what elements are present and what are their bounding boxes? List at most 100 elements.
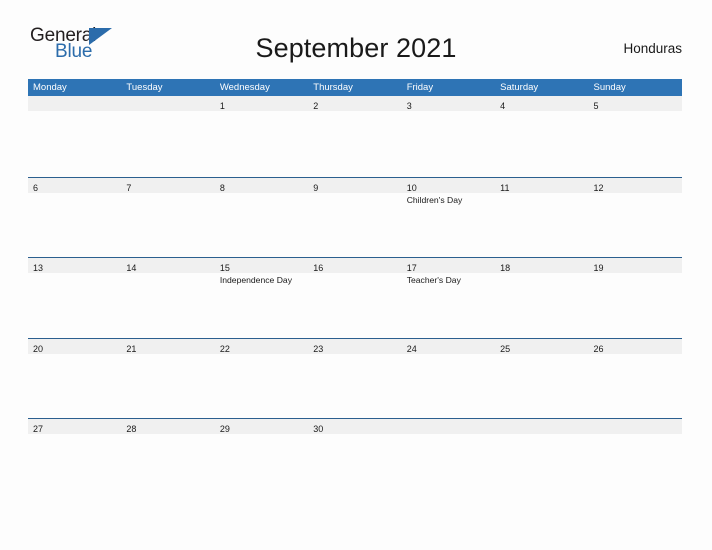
day-number: 8 <box>219 182 225 193</box>
day-events[interactable] <box>589 354 682 418</box>
day-cell[interactable]: 22 <box>215 339 308 354</box>
day-number: 27 <box>33 424 44 434</box>
day-cell[interactable]: 11 <box>495 178 588 193</box>
day-cell[interactable]: 16 <box>308 258 401 273</box>
day-events[interactable] <box>121 354 214 418</box>
day-cell[interactable]: 15 <box>215 258 308 273</box>
day-cell[interactable]: 20 <box>28 339 121 354</box>
day-cell[interactable]: 13 <box>28 258 121 273</box>
day-events[interactable] <box>402 111 495 175</box>
day-cell[interactable]: 4 <box>495 96 588 111</box>
week-row: 6 7 8 9 10 11 12 Children's Day <box>28 176 682 258</box>
day-number: 22 <box>219 343 230 354</box>
day-cell[interactable] <box>402 419 495 434</box>
week-events-band: Independence Day Teacher's Day <box>28 273 682 337</box>
week-row: 13 14 15 16 17 18 19 Independence Day Te… <box>28 257 682 338</box>
day-cell[interactable] <box>495 419 588 434</box>
day-cell[interactable] <box>121 96 214 111</box>
day-events[interactable] <box>28 111 121 175</box>
day-number: 21 <box>126 343 137 354</box>
day-events[interactable] <box>215 354 308 418</box>
day-number: 24 <box>406 343 417 354</box>
day-number: 15 <box>219 263 230 273</box>
weekday-header-row: Monday Tuesday Wednesday Thursday Friday… <box>28 79 682 96</box>
day-number: 17 <box>406 263 417 273</box>
day-events[interactable] <box>121 111 214 175</box>
day-events[interactable] <box>308 111 401 175</box>
event-label: Children's Day <box>406 194 463 205</box>
calendar-grid: Monday Tuesday Wednesday Thursday Friday… <box>28 79 682 448</box>
day-cell[interactable]: 6 <box>28 178 121 193</box>
day-cell[interactable] <box>589 419 682 434</box>
day-number: 10 <box>406 182 417 193</box>
day-number: 13 <box>33 263 44 273</box>
day-cell[interactable]: 9 <box>308 178 401 193</box>
day-number: 30 <box>313 424 324 434</box>
day-events[interactable]: Children's Day <box>402 193 495 257</box>
day-cell[interactable]: 30 <box>308 419 401 434</box>
day-number: 23 <box>313 343 324 354</box>
day-events[interactable] <box>495 354 588 418</box>
day-cell[interactable]: 3 <box>402 96 495 111</box>
day-events[interactable] <box>495 111 588 175</box>
day-cell[interactable]: 10 <box>402 178 495 193</box>
day-events[interactable] <box>402 354 495 418</box>
day-cell[interactable]: 1 <box>215 96 308 111</box>
week-date-band: 1 2 3 4 5 <box>28 96 682 111</box>
day-number: 9 <box>313 182 319 193</box>
day-events[interactable]: Teacher's Day <box>402 273 495 337</box>
day-events[interactable] <box>28 273 121 337</box>
day-events[interactable] <box>308 193 401 257</box>
day-events[interactable] <box>589 111 682 175</box>
week-row: 1 2 3 4 5 <box>28 96 682 177</box>
day-events[interactable] <box>589 193 682 257</box>
day-cell[interactable]: 23 <box>308 339 401 354</box>
day-cell[interactable]: 14 <box>121 258 214 273</box>
day-cell[interactable]: 29 <box>215 419 308 434</box>
day-events[interactable]: Independence Day <box>215 273 308 337</box>
week-events-band: Children's Day <box>28 193 682 257</box>
week-row: 27 28 29 30 <box>28 418 682 448</box>
week-date-band: 27 28 29 30 <box>28 418 682 434</box>
day-cell[interactable]: 5 <box>589 96 682 111</box>
day-cell[interactable]: 19 <box>589 258 682 273</box>
day-cell[interactable]: 12 <box>589 178 682 193</box>
day-events[interactable] <box>495 193 588 257</box>
day-cell[interactable]: 24 <box>402 339 495 354</box>
day-cell[interactable]: 28 <box>121 419 214 434</box>
day-events[interactable] <box>28 354 121 418</box>
day-events[interactable] <box>308 273 401 337</box>
day-cell[interactable]: 7 <box>121 178 214 193</box>
day-cell[interactable]: 17 <box>402 258 495 273</box>
day-events[interactable] <box>28 193 121 257</box>
weekday-header-tuesday: Tuesday <box>126 82 163 93</box>
day-events[interactable] <box>589 273 682 337</box>
page-header: General Blue September 2021 Honduras <box>0 0 712 63</box>
day-number: 11 <box>500 182 510 193</box>
day-cell[interactable] <box>28 96 121 111</box>
day-number: 6 <box>33 182 39 193</box>
day-number: 20 <box>33 343 44 354</box>
day-events[interactable] <box>495 273 588 337</box>
day-events[interactable] <box>308 354 401 418</box>
day-number: 3 <box>406 101 412 111</box>
day-cell[interactable]: 2 <box>308 96 401 111</box>
day-events[interactable] <box>215 193 308 257</box>
day-cell[interactable]: 27 <box>28 419 121 434</box>
day-number: 29 <box>219 424 230 434</box>
weekday-header-thursday: Thursday <box>313 82 353 93</box>
day-number: 19 <box>593 263 604 273</box>
day-cell[interactable]: 25 <box>495 339 588 354</box>
day-events[interactable] <box>121 273 214 337</box>
day-events[interactable] <box>121 193 214 257</box>
day-number: 26 <box>593 343 604 354</box>
day-cell[interactable]: 8 <box>215 178 308 193</box>
day-number: 1 <box>219 101 225 111</box>
day-events[interactable] <box>215 111 308 175</box>
day-cell[interactable]: 21 <box>121 339 214 354</box>
week-date-band: 20 21 22 23 24 25 26 <box>28 337 682 354</box>
day-cell[interactable]: 26 <box>589 339 682 354</box>
weekday-header-friday: Friday <box>406 82 434 93</box>
day-cell[interactable]: 18 <box>495 258 588 273</box>
day-number: 25 <box>500 343 511 354</box>
